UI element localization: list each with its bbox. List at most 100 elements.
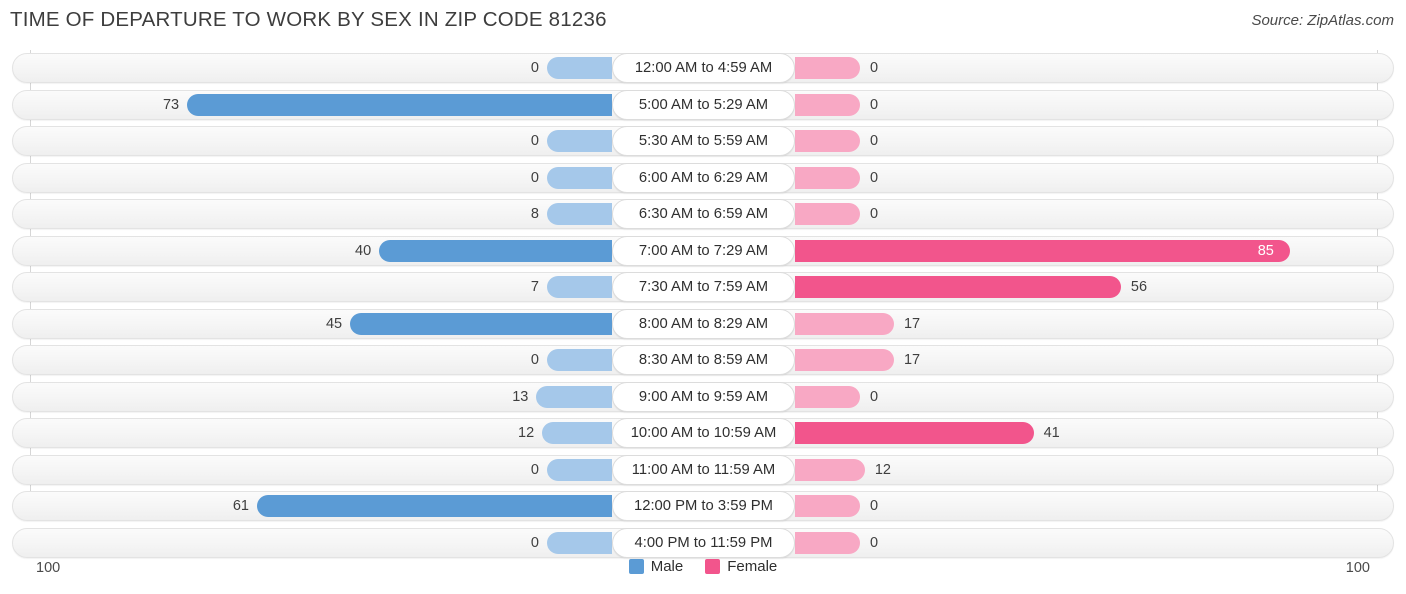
row-bars: 0 17 8:30 AM to 8:59 AM	[0, 342, 1406, 379]
bar-value-male: 0	[530, 169, 539, 186]
bar-male[interactable]	[379, 239, 612, 262]
row-bars: 0 12 11:00 AM to 11:59 AM	[0, 452, 1406, 489]
chart-row: 0 0 5:30 AM to 5:59 AM	[0, 123, 1406, 160]
bar-value-female: 0	[870, 534, 879, 551]
bar-female[interactable]	[795, 203, 860, 225]
bar-female[interactable]	[795, 349, 894, 371]
chart-row: 61 0 12:00 PM to 3:59 PM	[0, 488, 1406, 525]
bar-value-male: 73	[162, 96, 180, 113]
bar-value-male: 0	[530, 352, 539, 368]
category-label: 9:00 AM to 9:59 AM	[612, 381, 795, 412]
row-bars: 0 0 6:00 AM to 6:29 AM	[0, 160, 1406, 197]
category-label: 8:00 AM to 8:29 AM	[612, 308, 795, 339]
bar-value-female: 0	[870, 206, 879, 222]
chart-row: 0 0 6:00 AM to 6:29 AM	[0, 160, 1406, 197]
bar-value-male: 0	[530, 461, 539, 478]
bar-value-female: 0	[870, 96, 879, 113]
source-attribution: Source: ZipAtlas.com	[1251, 12, 1394, 29]
bar-value-male: 0	[530, 534, 539, 551]
bar-female[interactable]	[795, 531, 860, 554]
chart-row: 7 56 7:30 AM to 7:59 AM	[0, 269, 1406, 306]
bar-value-female: 0	[870, 60, 879, 76]
category-label: 12:00 PM to 3:59 PM	[612, 491, 795, 521]
bar-male[interactable]	[536, 385, 612, 408]
chart-row: 8 0 6:30 AM to 6:59 AM	[0, 196, 1406, 233]
chart-row: 0 17 8:30 AM to 8:59 AM	[0, 342, 1406, 379]
category-label: 11:00 AM to 11:59 AM	[612, 454, 795, 485]
bar-male[interactable]	[350, 312, 612, 335]
chart-row: 0 0 12:00 AM to 4:59 AM	[0, 50, 1406, 87]
bar-female[interactable]	[795, 130, 860, 152]
chart-row: 12 41 10:00 AM to 10:59 AM	[0, 415, 1406, 452]
bar-male[interactable]	[256, 495, 612, 517]
bar-value-female: 0	[870, 498, 879, 514]
category-label: 7:30 AM to 7:59 AM	[612, 272, 795, 302]
chart-rows: 0 0 12:00 AM to 4:59 AM 73 0 5:00 AM to 5:29 …	[0, 50, 1406, 561]
legend-label: Female	[727, 558, 778, 575]
bar-male[interactable]	[547, 166, 612, 189]
page-title: TIME OF DEPARTURE TO WORK BY SEX IN ZIP …	[10, 8, 607, 31]
category-label: 6:30 AM to 6:59 AM	[612, 199, 795, 229]
chart-row: 40 85 7:00 AM to 7:29 AM	[0, 233, 1406, 270]
bar-male[interactable]	[547, 349, 612, 371]
bar-value-female: 0	[870, 133, 879, 149]
bar-male[interactable]	[187, 93, 612, 116]
bar-value-female: 12	[874, 461, 891, 478]
legend-label: Male	[650, 558, 684, 575]
bar-value-male: 12	[518, 425, 535, 441]
bar-value-female: 17	[903, 315, 921, 332]
category-label: 5:00 AM to 5:29 AM	[612, 89, 795, 120]
bar-value-female: 0	[870, 388, 879, 405]
bar-female[interactable]	[795, 57, 860, 79]
bar-value-female: 17	[903, 352, 921, 368]
row-bars: 73 0 5:00 AM to 5:29 AM	[0, 87, 1406, 124]
legend-item[interactable]: Female	[705, 558, 777, 575]
bar-female[interactable]	[795, 422, 1034, 444]
bar-male[interactable]	[542, 422, 612, 444]
chart-row: 73 0 5:00 AM to 5:29 AM	[0, 87, 1406, 124]
butterfly-chart: 0 0 12:00 AM to 4:59 AM 73 0 5:00 AM to 5:29 …	[0, 50, 1406, 558]
bar-female[interactable]	[795, 458, 865, 481]
bar-male[interactable]	[547, 57, 612, 79]
bar-female[interactable]	[795, 495, 860, 517]
bar-female[interactable]	[795, 276, 1121, 298]
category-label: 4:00 PM to 11:59 PM	[612, 527, 795, 558]
row-bars: 0 0 12:00 AM to 4:59 AM	[0, 50, 1406, 87]
row-bars: 0 0 5:30 AM to 5:59 AM	[0, 123, 1406, 160]
bar-female[interactable]	[795, 312, 894, 335]
bar-value-male: 0	[530, 60, 539, 76]
bar-value-female: 41	[1043, 425, 1060, 441]
bar-value-male: 40	[355, 242, 372, 259]
bar-male[interactable]	[547, 203, 612, 225]
row-bars: 12 41 10:00 AM to 10:59 AM	[0, 415, 1406, 452]
chart-legend: Male Female	[0, 558, 1406, 575]
chart-row: 0 12 11:00 AM to 11:59 AM	[0, 452, 1406, 489]
category-label: 5:30 AM to 5:59 AM	[612, 126, 795, 156]
bar-female[interactable]	[795, 239, 1290, 262]
bar-male[interactable]	[547, 276, 612, 298]
bar-value-male: 7	[530, 279, 539, 295]
category-label: 8:30 AM to 8:59 AM	[612, 345, 795, 375]
row-bars: 0 0 4:00 PM to 11:59 PM	[0, 525, 1406, 562]
category-label: 7:00 AM to 7:29 AM	[612, 235, 795, 266]
row-bars: 61 0 12:00 PM to 3:59 PM	[0, 488, 1406, 525]
category-label: 12:00 AM to 4:59 AM	[612, 53, 795, 83]
category-label: 6:00 AM to 6:29 AM	[612, 162, 795, 193]
bar-value-male: 8	[530, 206, 539, 222]
bar-value-female: 56	[1130, 279, 1148, 295]
bar-male[interactable]	[547, 531, 612, 554]
bar-female[interactable]	[795, 166, 860, 189]
bar-male[interactable]	[547, 130, 612, 152]
legend-swatch-icon	[628, 559, 644, 574]
bar-value-male: 0	[530, 133, 539, 149]
bar-female[interactable]	[795, 93, 860, 116]
bar-value-male: 13	[512, 388, 529, 405]
chart-page: TIME OF DEPARTURE TO WORK BY SEX IN ZIP …	[0, 0, 1406, 594]
category-label: 10:00 AM to 10:59 AM	[612, 418, 795, 448]
bar-female[interactable]	[795, 385, 860, 408]
legend-item[interactable]: Male	[628, 558, 684, 575]
bar-value-male: 61	[232, 498, 249, 514]
row-bars: 13 0 9:00 AM to 9:59 AM	[0, 379, 1406, 416]
bar-value-female: 85	[1257, 242, 1274, 259]
bar-male[interactable]	[547, 458, 612, 481]
